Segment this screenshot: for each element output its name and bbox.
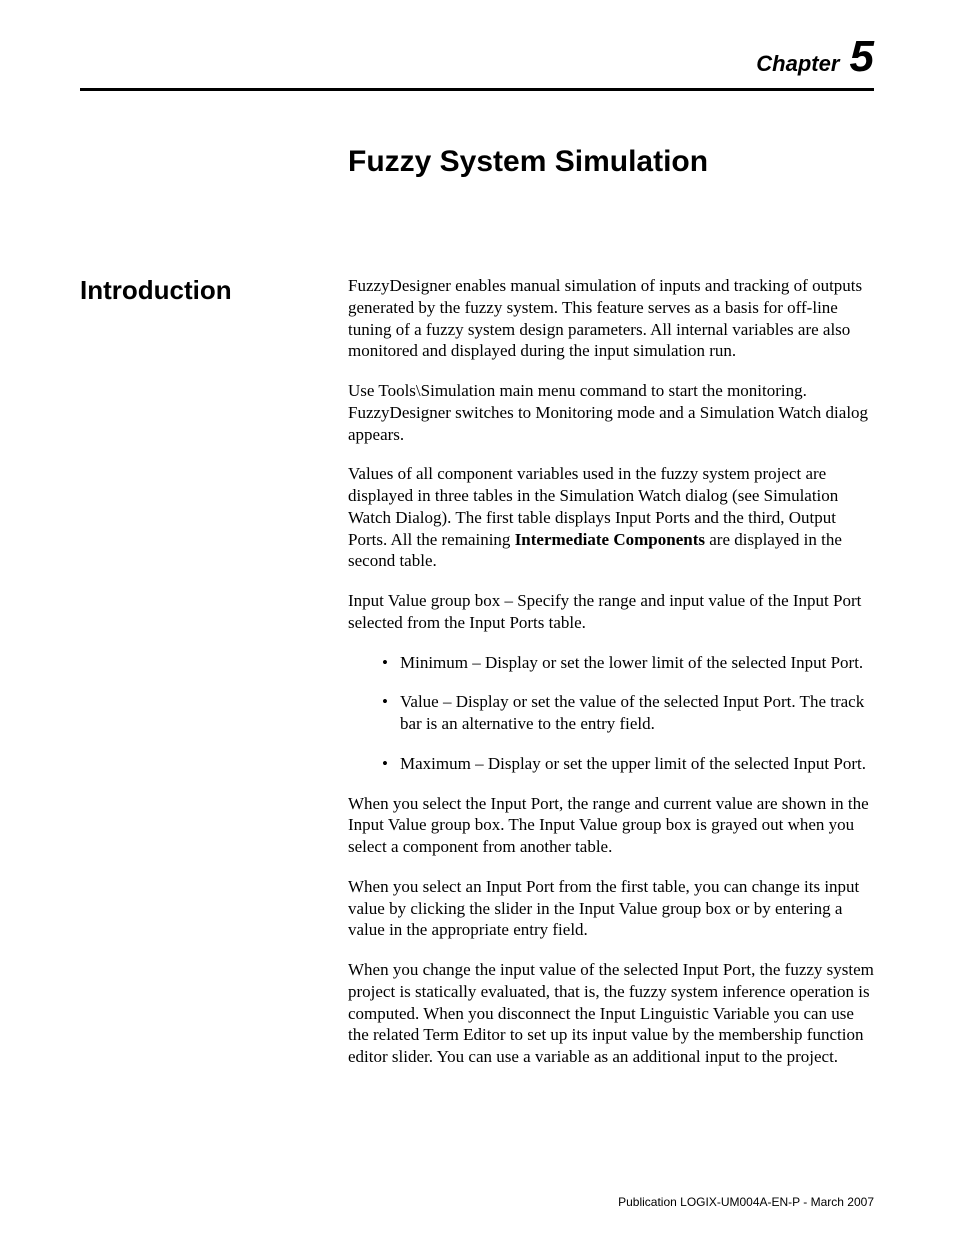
list-item: Value – Display or set the value of the … bbox=[386, 691, 874, 735]
section-heading: Introduction bbox=[80, 275, 348, 306]
page-title: Fuzzy System Simulation bbox=[348, 145, 874, 179]
header-rule bbox=[80, 88, 874, 91]
paragraph: Values of all component variables used i… bbox=[348, 463, 874, 572]
chapter-word: Chapter bbox=[756, 51, 839, 76]
chapter-label: Chapter 5 bbox=[80, 32, 874, 82]
paragraph: When you change the input value of the s… bbox=[348, 959, 874, 1068]
bold-text: Intermediate Components bbox=[515, 530, 705, 549]
bullet-list: Minimum – Display or set the lower limit… bbox=[348, 652, 874, 775]
body-area: Introduction FuzzyDesigner enables manua… bbox=[80, 275, 874, 1086]
paragraph: When you select an Input Port from the f… bbox=[348, 876, 874, 941]
list-item: Maximum – Display or set the upper limit… bbox=[386, 753, 874, 775]
paragraph: FuzzyDesigner enables manual simulation … bbox=[348, 275, 874, 362]
body-column: FuzzyDesigner enables manual simulation … bbox=[348, 275, 874, 1086]
paragraph: Input Value group box – Specify the rang… bbox=[348, 590, 874, 634]
page: Chapter 5 Fuzzy System Simulation Introd… bbox=[0, 0, 954, 1235]
chapter-number: 5 bbox=[850, 32, 874, 81]
footer-text: Publication LOGIX-UM004A-EN-P - March 20… bbox=[618, 1195, 874, 1209]
paragraph: Use Tools\Simulation main menu command t… bbox=[348, 380, 874, 445]
list-item: Minimum – Display or set the lower limit… bbox=[386, 652, 874, 674]
paragraph: When you select the Input Port, the rang… bbox=[348, 793, 874, 858]
